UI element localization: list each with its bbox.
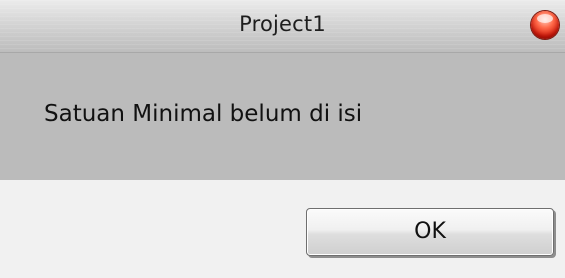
window-title: Project1 [239,12,326,36]
message-dialog: Project1 Satuan Minimal belum di isi OK [0,0,565,278]
ok-button[interactable]: OK [306,208,554,256]
button-area: OK [0,180,565,278]
message-area: Satuan Minimal belum di isi [0,53,565,180]
close-icon[interactable] [531,11,559,39]
title-bar[interactable]: Project1 [0,0,565,53]
message-text: Satuan Minimal belum di isi [44,101,363,127]
